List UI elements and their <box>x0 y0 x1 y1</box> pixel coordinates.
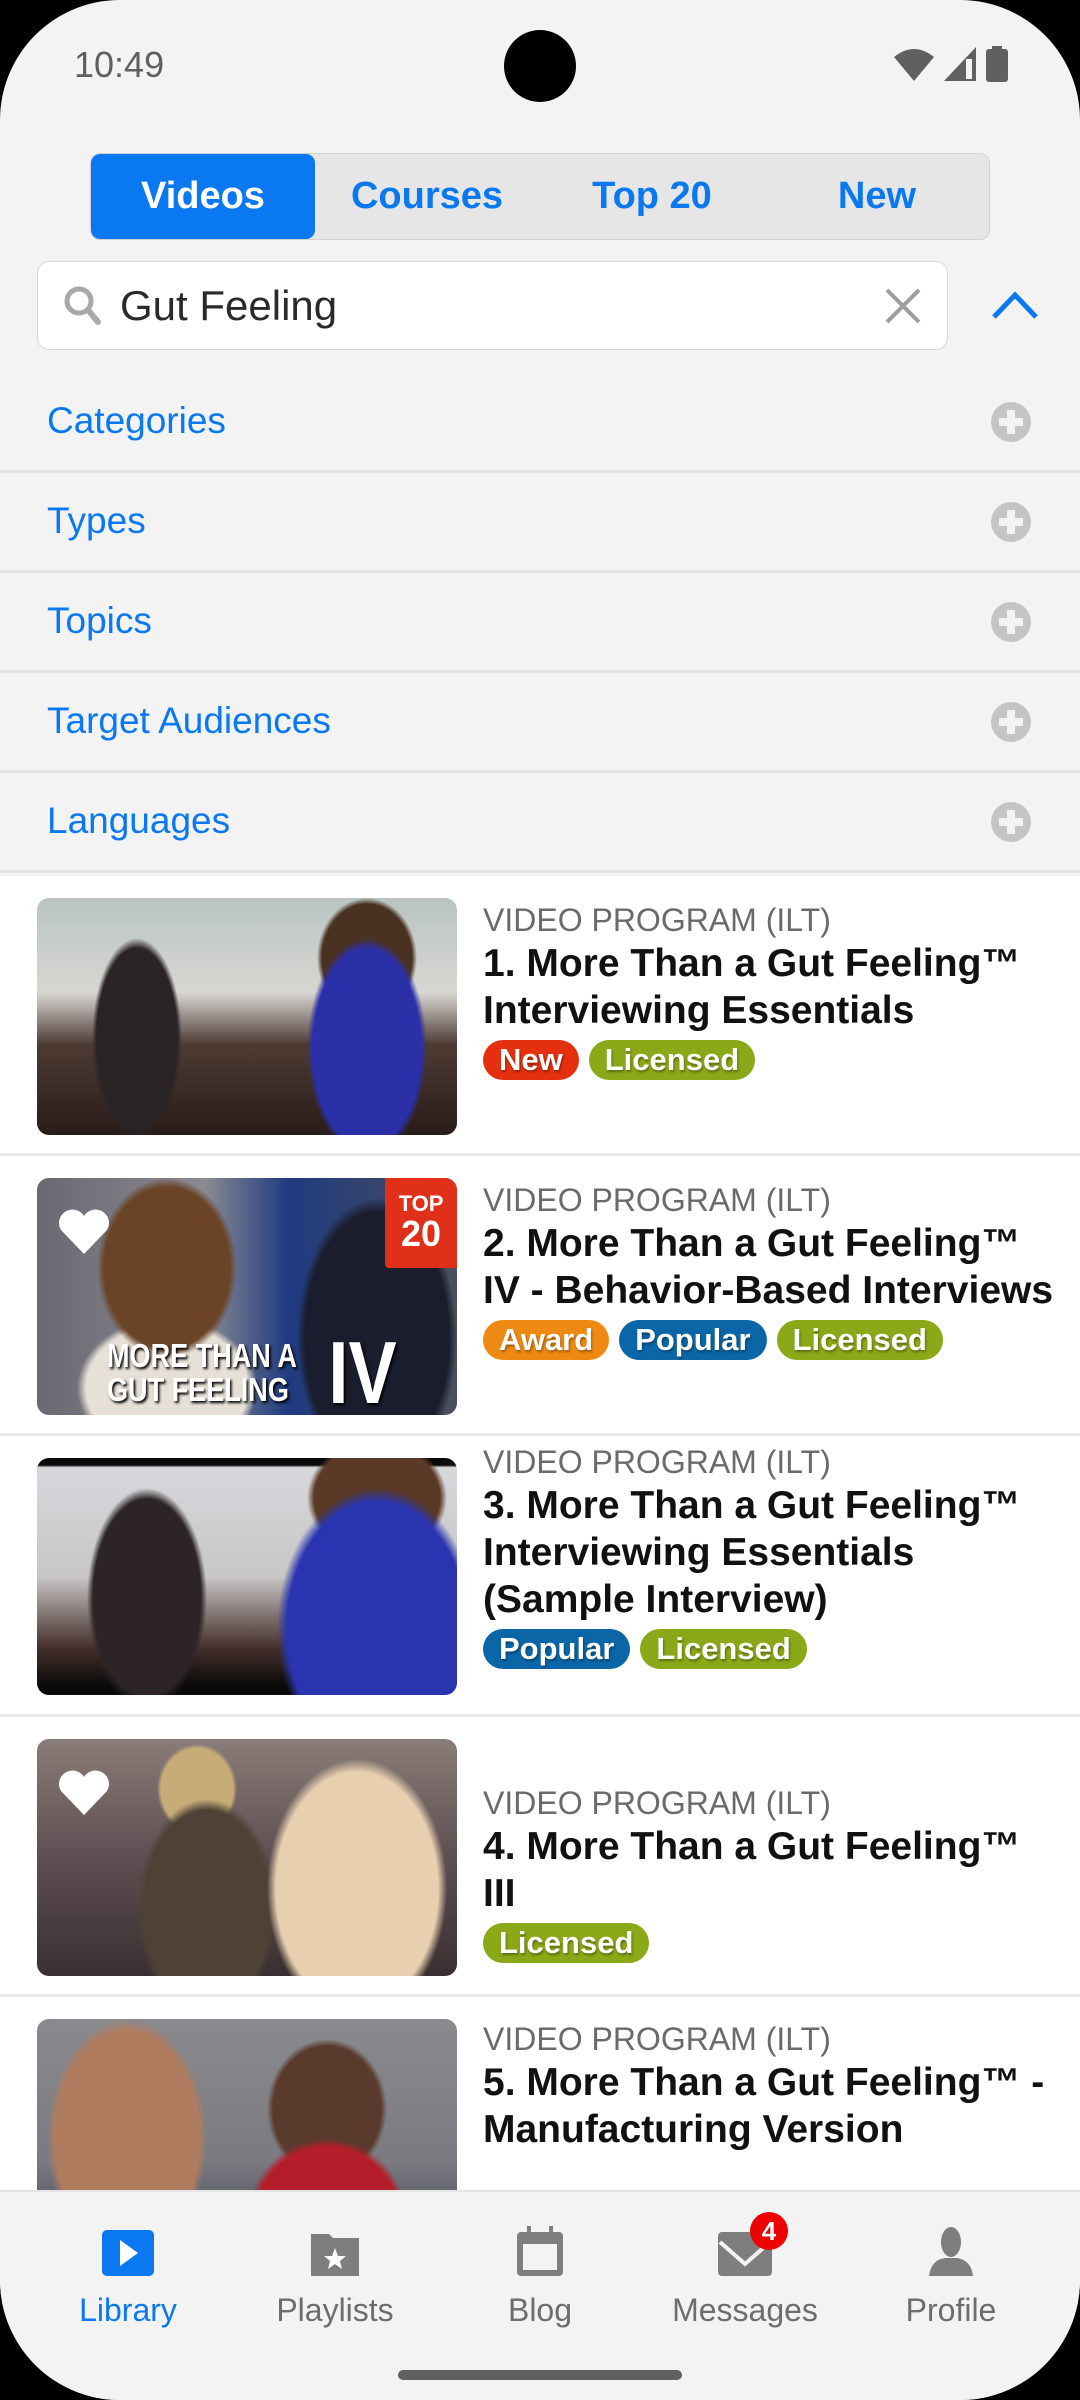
expand-plus-icon <box>991 502 1031 542</box>
results-list: VIDEO PROGRAM (ILT) 1. More Than a Gut F… <box>0 876 1080 2190</box>
content-type-tabs: Videos Courses Top 20 New <box>90 153 990 240</box>
video-thumbnail[interactable] <box>37 2019 457 2190</box>
filter-label: Target Audiences <box>47 700 331 741</box>
item-info: VIDEO PROGRAM (ILT) 2. More Than a Gut F… <box>483 1180 1060 1360</box>
expand-plus-icon <box>991 402 1031 442</box>
status-icons <box>894 46 1008 82</box>
item-type: VIDEO PROGRAM (ILT) <box>483 1182 831 1218</box>
video-thumbnail[interactable] <box>37 1739 457 1976</box>
badge-licensed: Licensed <box>588 1040 756 1080</box>
wifi-icon <box>894 49 934 81</box>
app-screen: 10:49 Videos Courses Top 20 New Categori… <box>0 0 1080 2400</box>
caption-roman: IV <box>328 1323 397 1416</box>
item-title: 1. More Than a Gut Feeling™ Interviewing… <box>483 942 1021 1032</box>
badge-popular: Popular <box>619 1320 767 1360</box>
list-item[interactable]: TOP 20 MORE THAN A GUT FEELING IV VIDEO … <box>0 1156 1080 1436</box>
list-item[interactable]: VIDEO PROGRAM (ILT) 5. More Than a Gut F… <box>0 1997 1080 2190</box>
top-20-number: 20 <box>400 1213 442 1254</box>
expand-plus-icon <box>991 702 1031 742</box>
tab-top-20[interactable]: Top 20 <box>539 154 765 239</box>
item-info: VIDEO PROGRAM (ILT) 5. More Than a Gut F… <box>483 2019 1060 2153</box>
person-icon <box>929 2227 973 2276</box>
item-title: 2. More Than a Gut Feeling™ IV - Behavio… <box>483 1222 1054 1312</box>
item-info: VIDEO PROGRAM (ILT) 1. More Than a Gut F… <box>483 900 1060 1080</box>
play-icon <box>102 2230 154 2276</box>
item-type: VIDEO PROGRAM (ILT) <box>483 2021 831 2057</box>
badge-group: New Licensed <box>483 1040 1060 1080</box>
list-item[interactable]: VIDEO PROGRAM (ILT) 1. More Than a Gut F… <box>0 876 1080 1156</box>
calendar-icon <box>517 2226 563 2276</box>
item-info: VIDEO PROGRAM (ILT) 3. More Than a Gut F… <box>483 1442 1060 1669</box>
home-indicator[interactable] <box>398 2370 682 2380</box>
item-info: VIDEO PROGRAM (ILT) 4. More Than a Gut F… <box>483 1783 1060 1963</box>
filter-categories[interactable]: Categories <box>0 373 1080 473</box>
badge-popular: Popular <box>483 1629 631 1669</box>
thumbnail-caption: MORE THAN A GUT FEELING IV <box>107 1329 397 1416</box>
nav-label: Playlists <box>276 2292 394 2328</box>
badge-group: Award Popular Licensed <box>483 1320 1060 1360</box>
tab-courses[interactable]: Courses <box>315 154 539 239</box>
favorite-heart-icon[interactable] <box>57 1769 111 1817</box>
tab-videos[interactable]: Videos <box>91 154 315 239</box>
filter-list: Categories Types Topics Target Audiences… <box>0 373 1080 873</box>
item-title: 3. More Than a Gut Feeling™ Interviewing… <box>483 1484 1021 1621</box>
nav-playlists[interactable]: Playlists <box>240 2220 430 2329</box>
favorite-heart-icon[interactable] <box>57 1208 111 1256</box>
expand-plus-icon <box>991 802 1031 842</box>
list-item[interactable]: VIDEO PROGRAM (ILT) 4. More Than a Gut F… <box>0 1717 1080 1997</box>
item-type: VIDEO PROGRAM (ILT) <box>483 1785 831 1821</box>
badge-group: Popular Licensed <box>483 1629 1060 1669</box>
list-item[interactable]: VIDEO PROGRAM (ILT) 3. More Than a Gut F… <box>0 1436 1080 1717</box>
nav-library[interactable]: Library <box>33 2220 223 2329</box>
search-icon <box>64 286 101 325</box>
filter-languages[interactable]: Languages <box>0 773 1080 873</box>
battery-icon <box>986 46 1008 82</box>
nav-messages[interactable]: 4 Messages <box>650 2212 840 2329</box>
status-time: 10:49 <box>74 44 165 85</box>
badge-new: New <box>483 1040 579 1080</box>
unread-messages-badge: 4 <box>750 2212 788 2250</box>
nav-label: Profile <box>905 2292 997 2328</box>
collapse-filters-chevron-up-icon[interactable] <box>990 285 1040 325</box>
filter-types[interactable]: Types <box>0 473 1080 573</box>
item-type: VIDEO PROGRAM (ILT) <box>483 902 831 938</box>
item-title: 4. More Than a Gut Feeling™ III <box>483 1825 1021 1915</box>
expand-plus-icon <box>991 602 1031 642</box>
item-type: VIDEO PROGRAM (ILT) <box>483 1444 831 1480</box>
search-bar <box>37 261 948 350</box>
badge-licensed: Licensed <box>483 1923 650 1963</box>
top-20-ribbon: TOP 20 <box>385 1178 457 1268</box>
badge-group: Licensed <box>483 1923 1060 1963</box>
filter-target-audiences[interactable]: Target Audiences <box>0 673 1080 773</box>
filter-topics[interactable]: Topics <box>0 573 1080 673</box>
nav-label: Messages <box>672 2292 818 2328</box>
nav-profile[interactable]: Profile <box>856 2220 1046 2329</box>
search-input[interactable] <box>120 276 860 336</box>
tab-new[interactable]: New <box>765 154 989 239</box>
video-thumbnail[interactable] <box>37 1458 457 1695</box>
cell-signal-icon <box>944 47 976 81</box>
filter-label: Topics <box>47 600 152 641</box>
filter-label: Languages <box>47 800 231 841</box>
caption-line-1: MORE THAN A <box>107 1337 297 1374</box>
camera-cutout <box>504 30 576 102</box>
badge-award: Award <box>483 1320 610 1360</box>
filter-label: Categories <box>47 400 226 441</box>
playlist-folder-icon <box>311 2234 359 2276</box>
nav-blog[interactable]: Blog <box>445 2220 635 2329</box>
nav-label: Library <box>79 2292 177 2328</box>
filter-label: Types <box>47 500 146 541</box>
video-thumbnail[interactable]: TOP 20 MORE THAN A GUT FEELING IV <box>37 1178 457 1415</box>
badge-licensed: Licensed <box>776 1320 943 1360</box>
video-thumbnail[interactable] <box>37 898 457 1135</box>
badge-licensed: Licensed <box>640 1629 807 1669</box>
item-title: 5. More Than a Gut Feeling™ - Manufactur… <box>483 2061 1045 2151</box>
bottom-navigation: Library Playlists Blog 4 Messages Profil… <box>0 2190 1080 2400</box>
clear-search-icon[interactable] <box>883 286 923 326</box>
caption-line-2: GUT FEELING <box>107 1371 289 1408</box>
nav-label: Blog <box>507 2292 573 2328</box>
